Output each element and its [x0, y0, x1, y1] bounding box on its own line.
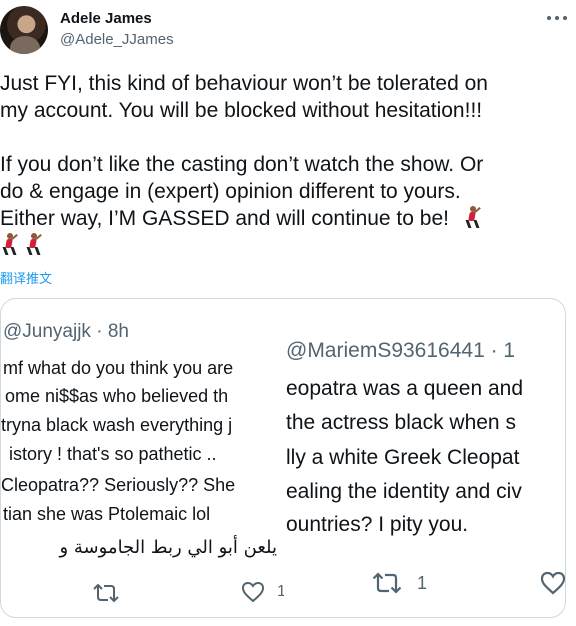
like-count: 1 [277, 583, 284, 601]
like-heart-icon[interactable] [241, 581, 265, 608]
quoted-screenshot-left[interactable]: @Junyajjk · 8h mf what do you think you … [1, 299, 284, 617]
quoted-line: lly a white Greek Cleopat [286, 446, 520, 469]
quoted-line: tryna black wash everything j [1, 415, 233, 435]
retweet-count: 1 [417, 573, 428, 593]
man-dancing-icon [24, 233, 42, 255]
more-options-icon[interactable] [546, 12, 568, 26]
quoted-screenshot-right[interactable]: @MariemS93616441 · 1 eopatra was a queen… [284, 299, 565, 617]
quoted-line: Cleopatra?? Seriously?? She [1, 475, 236, 495]
author-name[interactable]: Adele James [60, 10, 152, 27]
tweet-line: do & engage in (expert) opinion differen… [0, 180, 461, 203]
tweet-line-text: Either way, I’M GASSED and will continue… [0, 207, 449, 230]
author-handle[interactable]: @Adele_JJames [60, 31, 174, 48]
tweet-emoji-line [0, 232, 576, 259]
quoted-line: tian she was Ptolemaic lol [3, 504, 211, 524]
avatar[interactable] [0, 6, 48, 54]
like-heart-icon[interactable] [540, 571, 565, 600]
quoted-line: mf what do you think you are [3, 358, 234, 378]
quoted-handle: @MariemS93616441 · 1 [286, 339, 516, 362]
man-dancing-icon [463, 206, 481, 228]
tweet-line: Either way, I’M GASSED and will continue… [0, 205, 576, 232]
quoted-line: ountries? I pity you. [286, 513, 469, 536]
quoted-line: ealing the identity and civ [286, 480, 522, 503]
tweet-header: Adele James @Adele_JJames [0, 0, 576, 62]
quoted-handle: @Junyajjk · 8h [3, 321, 129, 342]
quoted-line-arabic: يلعن أبو الي ربط الجاموسة و [59, 537, 277, 558]
quoted-line: istory ! that's so pathetic .. [9, 444, 217, 464]
attached-images[interactable]: @Junyajjk · 8h mf what do you think you … [0, 298, 566, 618]
quoted-line: eopatra was a queen and [286, 377, 524, 400]
tweet-body: Just FYI, this kind of behaviour won’t b… [0, 70, 576, 259]
tweet-line: Just FYI, this kind of behaviour won’t b… [0, 72, 488, 95]
translate-tweet-link[interactable]: 翻译推文 [0, 268, 52, 287]
quoted-line: the actress black when s [286, 411, 516, 434]
quoted-line: ome ni$$as who believed th [5, 386, 229, 406]
man-dancing-icon [0, 233, 18, 255]
tweet-line: If you don’t like the casting don’t watc… [0, 153, 484, 176]
retweet-icon[interactable] [372, 571, 402, 600]
tweet-line: my account. You will be blocked without … [0, 99, 483, 122]
retweet-icon[interactable] [93, 582, 119, 609]
